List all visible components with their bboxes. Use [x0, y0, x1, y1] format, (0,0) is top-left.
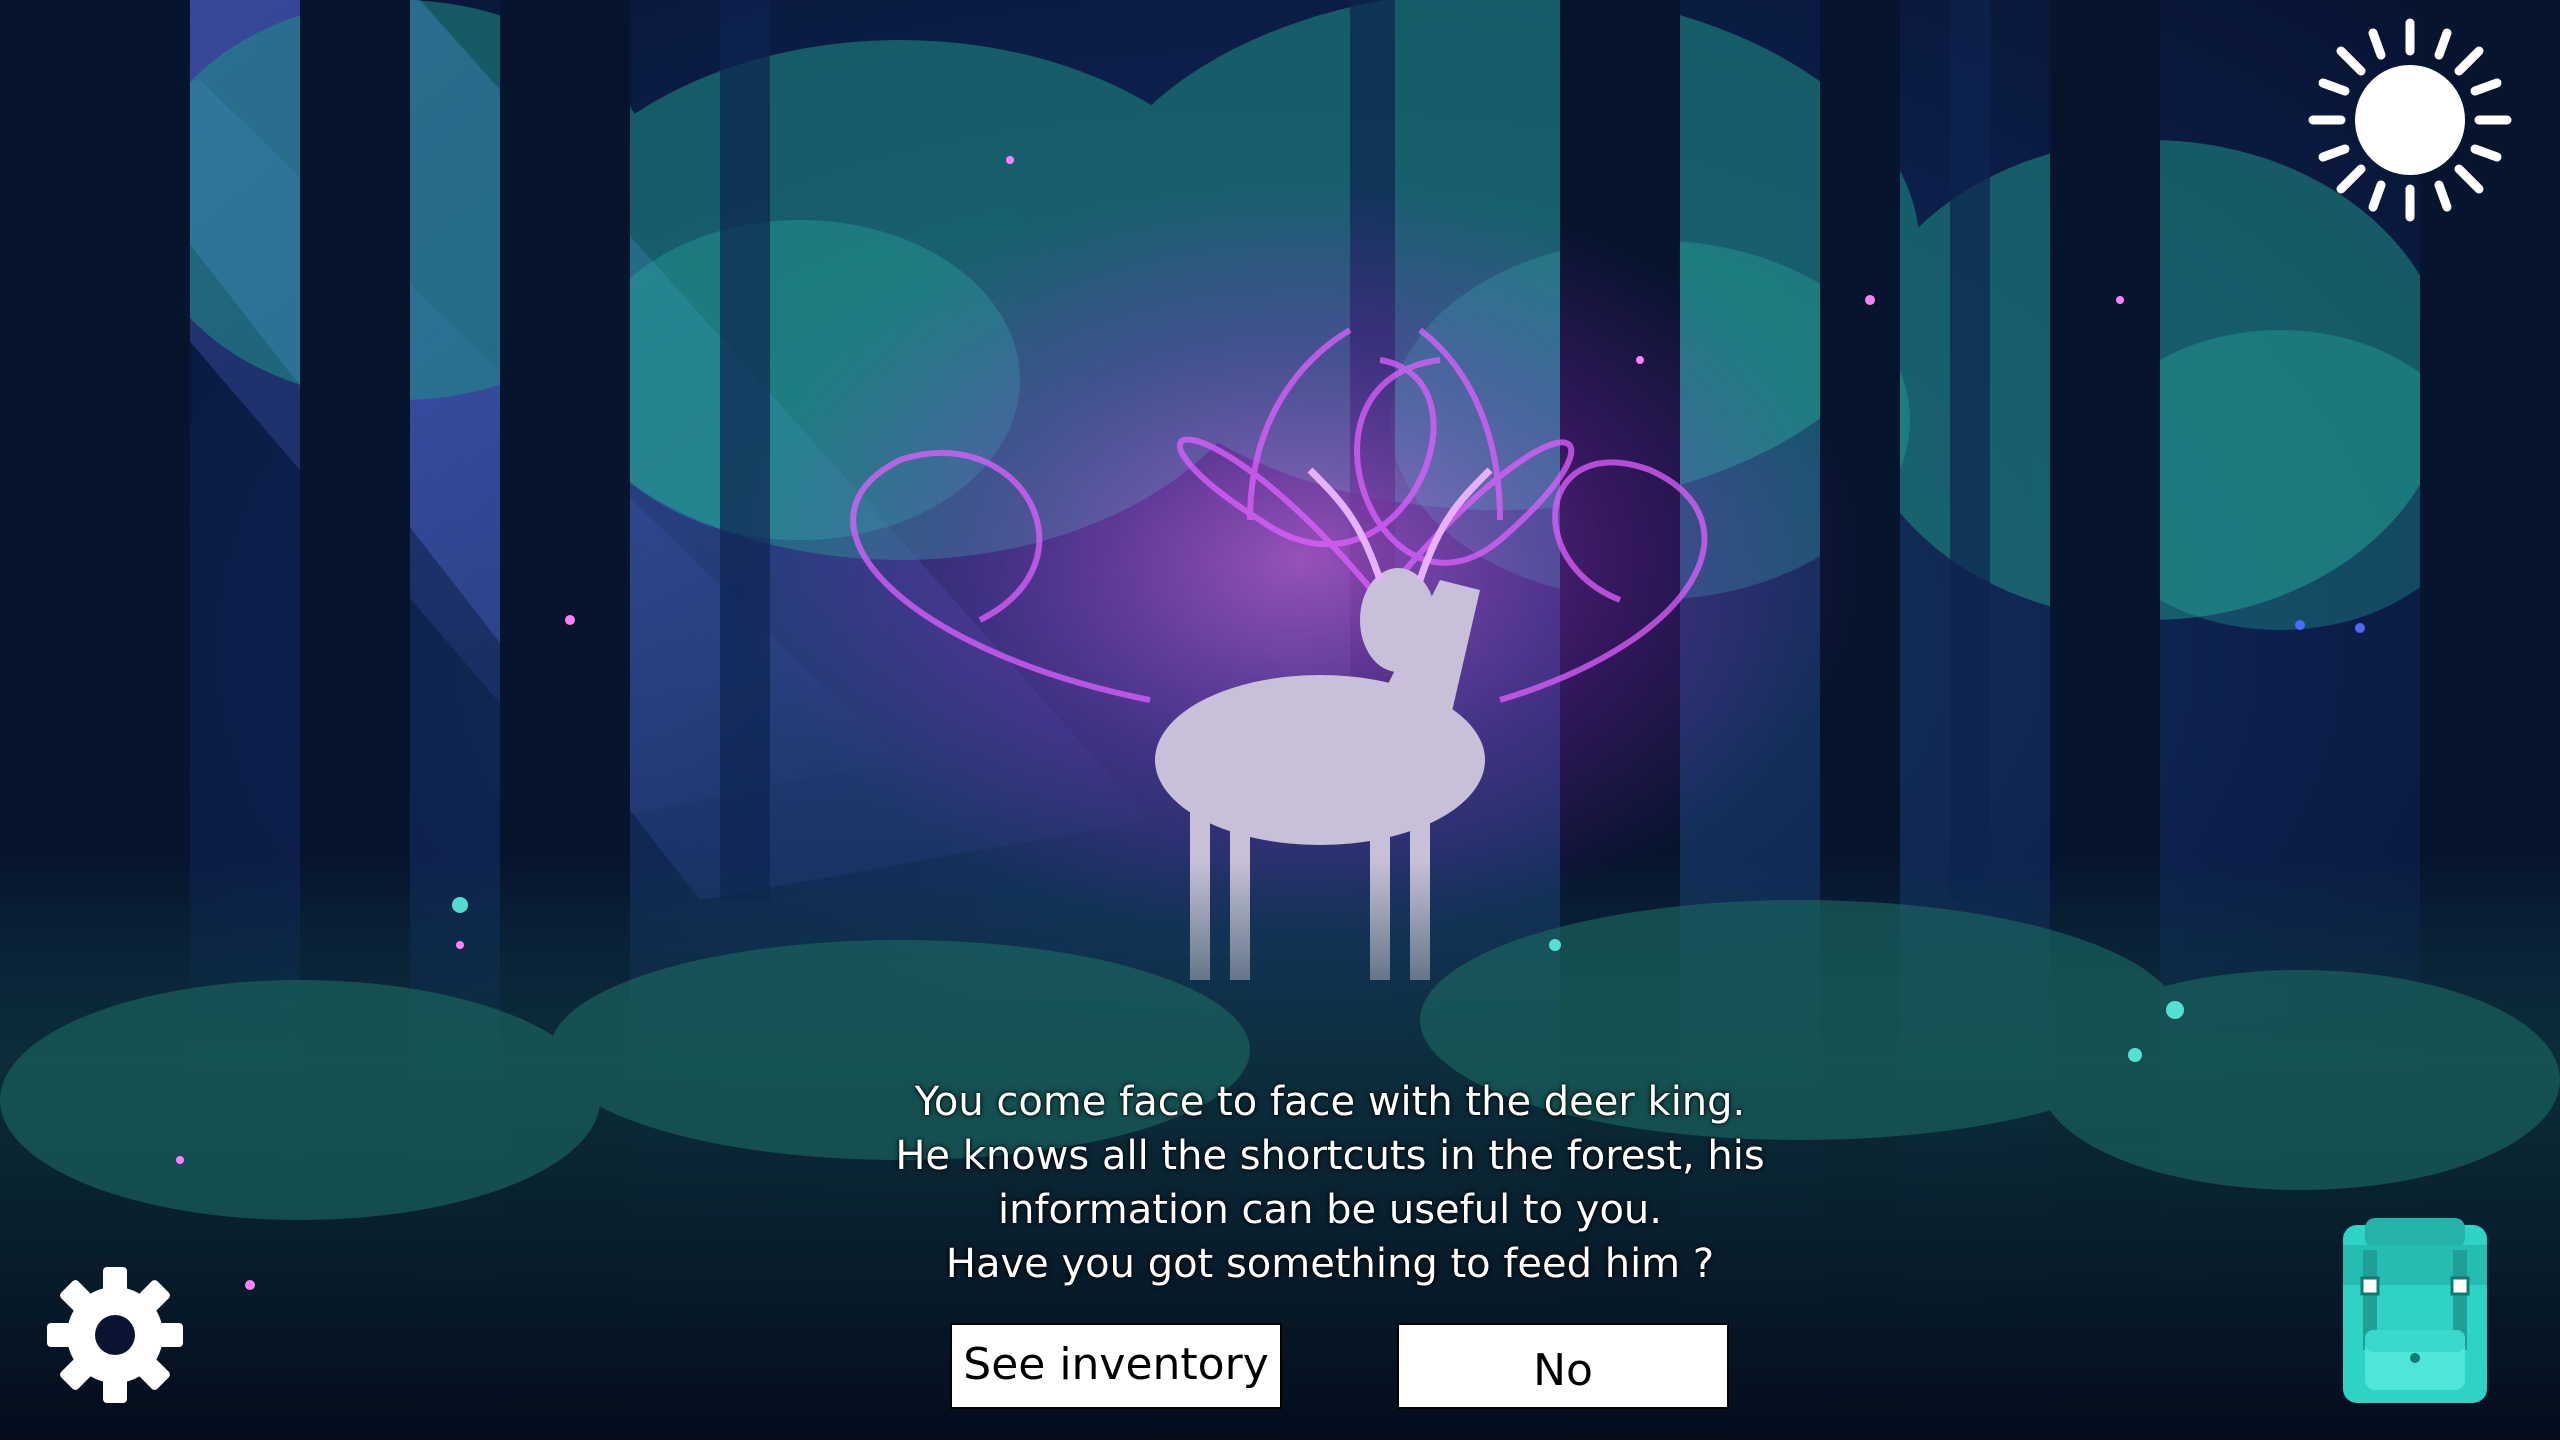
dialog-line: Have you got something to feed him ? [945, 1241, 1715, 1287]
backpack-icon[interactable] [2335, 1210, 2495, 1410]
story-dialog: You come face to face with the deer king… [780, 1075, 1880, 1291]
no-button[interactable]: No [1397, 1323, 1729, 1409]
gear-icon[interactable] [45, 1265, 185, 1405]
dialog-line: information can be useful to you. [997, 1187, 1662, 1233]
game-scene: You come face to face with the deer king… [0, 0, 2560, 1440]
dialog-line: He knows all the shortcuts in the forest… [895, 1133, 1765, 1179]
sun-icon[interactable] [2305, 15, 2515, 225]
see-inventory-button[interactable]: See inventory [950, 1323, 1282, 1409]
dialog-line: You come face to face with the deer king… [914, 1079, 1746, 1125]
